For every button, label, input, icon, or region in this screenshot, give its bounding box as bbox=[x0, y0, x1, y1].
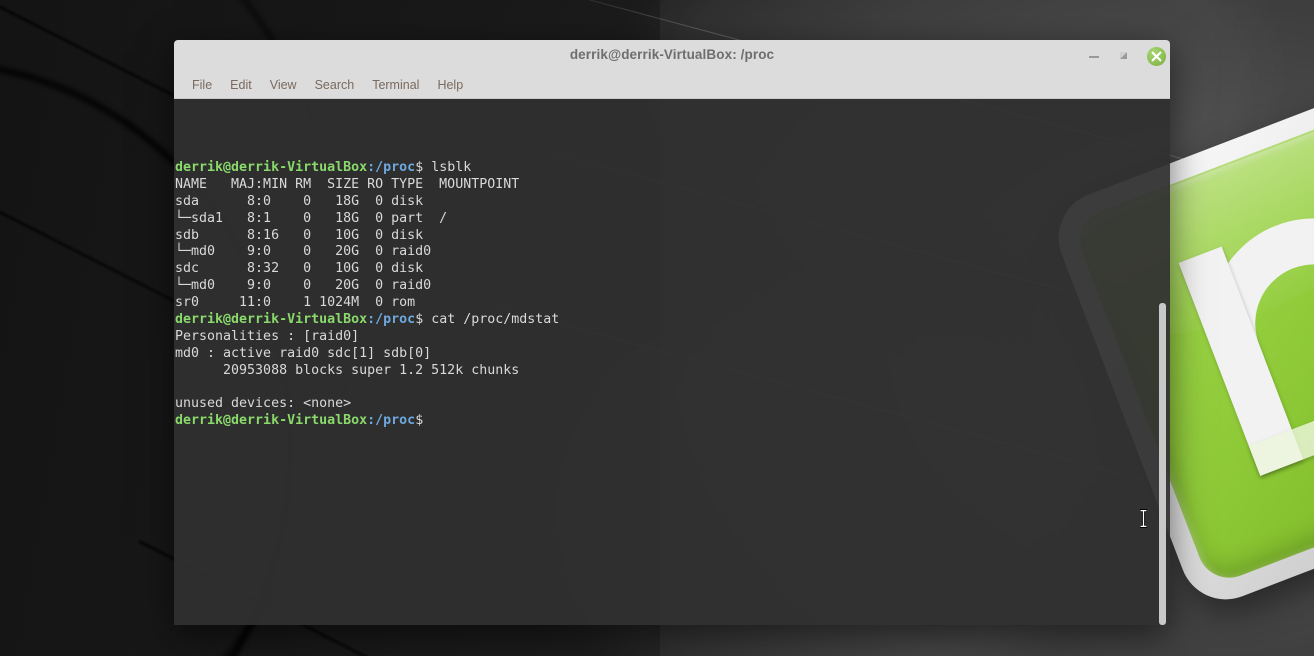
prompt-command: $ lsblk bbox=[415, 160, 472, 175]
terminal-output-line: sdb 8:16 0 10G 0 disk bbox=[175, 228, 559, 245]
output-text: sda 8:0 0 18G 0 disk bbox=[175, 193, 440, 209]
terminal-output-line: NAME MAJ:MIN RM SIZE RO TYPE MOUNTPOINT bbox=[175, 177, 559, 194]
output-text: 20953088 blocks super 1.2 512k chunks bbox=[175, 362, 520, 378]
maximize-button[interactable] bbox=[1116, 48, 1132, 64]
window-title: derrik@derrik-VirtualBox: /proc bbox=[569, 47, 775, 62]
prompt-user-host: derrik@derrik-VirtualBox bbox=[175, 312, 368, 328]
prompt-path: :/proc bbox=[367, 312, 416, 328]
prompt-path: :/proc bbox=[367, 160, 416, 175]
prompt-command: $ cat /proc/mdstat bbox=[415, 312, 560, 328]
terminal-text: derrik@derrik-VirtualBox:/proc$ lsblk NAM… bbox=[175, 160, 559, 430]
terminal-output-line: └─sda1 8:1 0 18G 0 part / bbox=[175, 211, 559, 228]
minimize-button[interactable] bbox=[1086, 48, 1102, 64]
output-text: unused devices: <none> bbox=[175, 396, 352, 412]
terminal-output-area[interactable]: derrik@derrik-VirtualBox:/proc$ lsblk NAM… bbox=[174, 99, 1170, 625]
terminal-prompt-line: derrik@derrik-VirtualBox:/proc$ bbox=[175, 413, 559, 430]
terminal-output-line: 20953088 blocks super 1.2 512k chunks bbox=[175, 363, 559, 380]
output-text: NAME MAJ:MIN RM SIZE RO TYPE MOUNTPOINT bbox=[175, 176, 520, 192]
output-text: sdb 8:16 0 10G 0 disk bbox=[175, 227, 440, 243]
prompt-user-host: derrik@derrik-VirtualBox bbox=[175, 160, 368, 175]
terminal-prompt-line: derrik@derrik-VirtualBox:/proc$ cat /pro… bbox=[175, 312, 559, 329]
output-text: Personalities : [raid0] bbox=[175, 328, 360, 344]
menu-item-file[interactable]: File bbox=[183, 75, 221, 95]
minimize-icon bbox=[1089, 56, 1099, 58]
terminal-window[interactable]: derrik@derrik-VirtualBox: /proc File Edi… bbox=[174, 40, 1170, 625]
menu-item-terminal[interactable]: Terminal bbox=[363, 75, 428, 95]
desktop: derrik@derrik-VirtualBox: /proc File Edi… bbox=[0, 0, 1314, 656]
terminal-output-line: sr0 11:0 1 1024M 0 rom bbox=[175, 295, 559, 312]
close-icon bbox=[1151, 51, 1162, 62]
output-text: md0 : active raid0 sdc[1] sdb[0] bbox=[175, 345, 432, 361]
close-button[interactable] bbox=[1147, 47, 1166, 66]
terminal-output-line: sdc 8:32 0 10G 0 disk bbox=[175, 261, 559, 278]
output-text: sr0 11:0 1 1024M 0 rom bbox=[175, 295, 440, 311]
scrollbar-thumb[interactable] bbox=[1159, 303, 1166, 625]
title-bar[interactable]: derrik@derrik-VirtualBox: /proc bbox=[174, 40, 1170, 71]
prompt-path: :/proc bbox=[367, 413, 416, 429]
terminal-output-line bbox=[175, 380, 559, 397]
menu-bar: File Edit View Search Terminal Help bbox=[174, 71, 1170, 99]
prompt-command: $ bbox=[415, 413, 432, 429]
terminal-output-line: unused devices: <none> bbox=[175, 396, 559, 413]
output-text: └─md0 9:0 0 20G 0 raid0 bbox=[175, 278, 440, 294]
output-text: sdc 8:32 0 10G 0 disk bbox=[175, 261, 440, 277]
menu-item-edit[interactable]: Edit bbox=[221, 75, 261, 95]
terminal-output-line: Personalities : [raid0] bbox=[175, 329, 559, 346]
maximize-icon bbox=[1120, 52, 1127, 59]
output-text: └─md0 9:0 0 20G 0 raid0 bbox=[175, 244, 440, 260]
menu-item-view[interactable]: View bbox=[261, 75, 306, 95]
terminal-output-line: └─md0 9:0 0 20G 0 raid0 bbox=[175, 244, 559, 261]
output-text: └─sda1 8:1 0 18G 0 part / bbox=[175, 210, 448, 226]
terminal-output-line: └─md0 9:0 0 20G 0 raid0 bbox=[175, 278, 559, 295]
terminal-output-line: sda 8:0 0 18G 0 disk bbox=[175, 194, 559, 211]
menu-item-search[interactable]: Search bbox=[306, 75, 364, 95]
menu-item-help[interactable]: Help bbox=[428, 75, 472, 95]
terminal-scrollbar[interactable] bbox=[1156, 99, 1170, 625]
prompt-user-host: derrik@derrik-VirtualBox bbox=[175, 413, 368, 429]
terminal-prompt-line: derrik@derrik-VirtualBox:/proc$ lsblk bbox=[175, 160, 559, 177]
terminal-output-line: md0 : active raid0 sdc[1] sdb[0] bbox=[175, 346, 559, 363]
